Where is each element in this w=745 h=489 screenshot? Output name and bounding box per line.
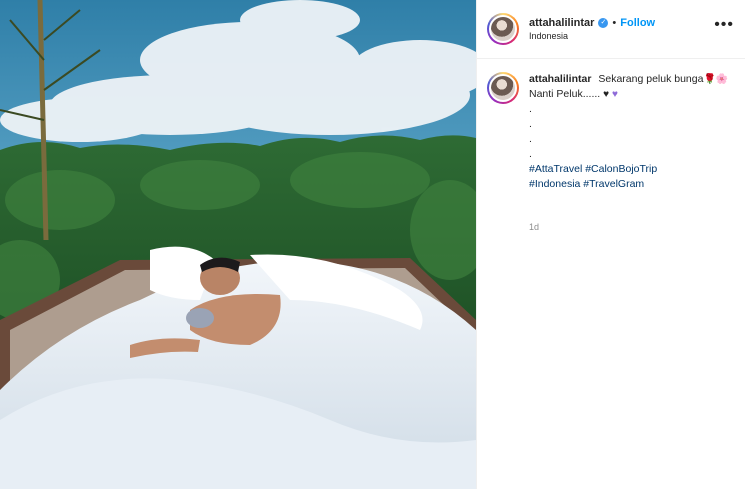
username-link[interactable]: attahalilintar (529, 17, 594, 29)
instagram-post: attahalilintar ✓ • Follow Indonesia ••• … (0, 0, 745, 489)
profile-avatar[interactable] (487, 13, 519, 45)
caption-dot-line: . (529, 118, 532, 130)
caption-line-1: attahalilintar Sekarang peluk bunga🌹🌸 (529, 72, 728, 87)
black-heart-emoji-icon: ♥ (603, 89, 610, 100)
post-photo[interactable] (0, 0, 476, 489)
avatar-image (489, 15, 517, 43)
photo-illustration (0, 0, 476, 489)
avatar-image (489, 74, 517, 102)
rose-emoji-icon: 🌹 (703, 74, 716, 85)
caption-avatar[interactable] (487, 72, 519, 104)
header-row: attahalilintar ✓ • Follow (529, 17, 655, 29)
caption-line-2-text: Nanti Peluk...... (529, 88, 601, 100)
caption-dot-line: . (529, 133, 532, 145)
post-header: attahalilintar ✓ • Follow Indonesia ••• (477, 0, 745, 58)
post-sidebar: attahalilintar ✓ • Follow Indonesia ••• … (476, 0, 745, 489)
verified-badge-icon: ✓ (598, 18, 609, 28)
caption-dot-line: . (529, 148, 532, 160)
hashtags-line-1[interactable]: #AttaTravel #CalonBojoTrip (529, 162, 728, 177)
cherry-blossom-emoji-icon: 🌸 (715, 74, 729, 85)
hashtags-line-2[interactable]: #Indonesia #TravelGram (529, 177, 728, 192)
header-divider (477, 58, 745, 59)
caption-dot-line: . (529, 103, 532, 115)
caption-text: attahalilintar Sekarang peluk bunga🌹🌸 Na… (529, 72, 728, 192)
more-options-icon[interactable]: ••• (714, 17, 734, 33)
separator-dot: • (612, 17, 617, 29)
header-text: attahalilintar ✓ • Follow Indonesia (529, 17, 655, 41)
post-timestamp: 1d (529, 222, 540, 232)
caption-line-2: Nanti Peluk...... ♥ ♥ (529, 87, 728, 102)
purple-heart-emoji-icon: ♥ (611, 89, 618, 100)
location-link[interactable]: Indonesia (529, 31, 655, 41)
caption-body: Sekarang peluk bunga (598, 73, 704, 85)
caption-username-link[interactable]: attahalilintar (529, 73, 591, 85)
caption-comment: attahalilintar Sekarang peluk bunga🌹🌸 Na… (487, 72, 737, 192)
follow-button[interactable]: Follow (620, 17, 655, 29)
